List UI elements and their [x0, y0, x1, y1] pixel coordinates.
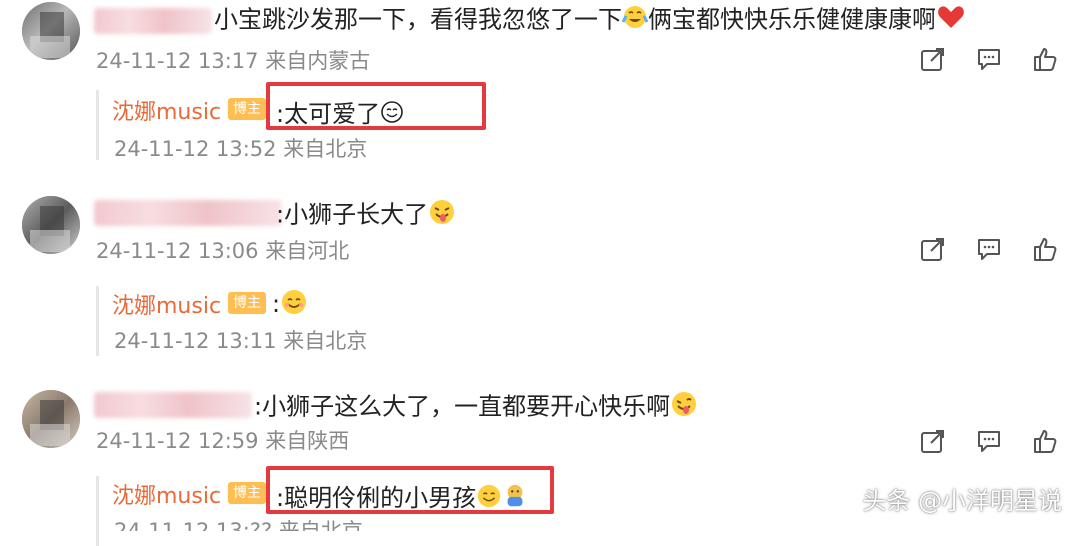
share-icon[interactable]: [920, 236, 946, 262]
reply-author[interactable]: 沈娜music: [112, 478, 221, 510]
face-with-tongue-emoji-icon: [428, 198, 456, 233]
share-icon[interactable]: [920, 428, 946, 454]
reply-meta: 24-11-12 13:11 来自北京: [114, 329, 368, 353]
comment-text: :小狮子长大了: [276, 198, 456, 233]
comment-text: :小狮子这么大了，一直都要开心快乐啊: [254, 390, 698, 425]
like-icon[interactable]: [1032, 428, 1058, 454]
reply-divider: [96, 476, 99, 546]
comment-actions: [920, 428, 1058, 454]
reply-divider: [96, 286, 99, 356]
highlight-box: [266, 466, 554, 514]
smile-emoji-icon: [280, 288, 308, 322]
reply-divider: [96, 90, 99, 160]
reply-text: :: [272, 288, 308, 322]
reply-meta: 24-11-12 13:?? 来自北京: [114, 519, 363, 543]
avatar[interactable]: [22, 390, 80, 448]
comment-text-main: 小宝跳沙发那一下，看得我忽悠了一下: [214, 5, 622, 34]
comment-text-tail: 俩宝都快快乐乐健健康康啊: [648, 5, 936, 34]
share-icon[interactable]: [920, 46, 946, 72]
comment-icon[interactable]: [976, 236, 1002, 262]
like-icon[interactable]: [1032, 46, 1058, 72]
comment-actions: [920, 46, 1058, 72]
blurred-username[interactable]: [94, 392, 252, 418]
heart-icon: [936, 4, 966, 37]
reply-author[interactable]: 沈娜music: [112, 288, 221, 320]
reply-meta: 24-11-12 13:52 来自北京: [114, 137, 368, 161]
blurred-username[interactable]: [94, 200, 282, 226]
blurred-username[interactable]: [94, 8, 212, 34]
host-badge: 博主: [228, 482, 266, 504]
avatar[interactable]: [22, 2, 80, 60]
watermark: 头条 @小洋明星说: [862, 487, 1062, 515]
highlight-box: [266, 82, 486, 130]
comment-icon[interactable]: [976, 428, 1002, 454]
like-icon[interactable]: [1032, 236, 1058, 262]
comment-icon[interactable]: [976, 46, 1002, 72]
reply-text-main: :: [272, 290, 281, 318]
crying-laughing-emoji-icon: [621, 4, 649, 37]
comment-text-main: :小狮子这么大了，一直都要开心快乐啊: [254, 392, 671, 421]
comment-actions: [920, 236, 1058, 262]
comment-meta: 24-11-12 13:06 来自河北: [96, 239, 350, 263]
winking-tongue-emoji-icon: [670, 390, 698, 425]
comment-meta: 24-11-12 12:59 来自陕西: [96, 429, 350, 453]
host-badge: 博主: [228, 292, 266, 314]
host-badge: 博主: [228, 98, 266, 120]
comment-text: 小宝跳沙发那一下，看得我忽悠了一下 俩宝都快快乐乐健健康康啊: [214, 4, 966, 37]
comment-text-main: :小狮子长大了: [276, 200, 429, 229]
avatar[interactable]: [22, 196, 80, 254]
reply-author[interactable]: 沈娜music: [112, 94, 221, 126]
comment-meta: 24-11-12 13:17 来自内蒙古: [96, 49, 371, 73]
